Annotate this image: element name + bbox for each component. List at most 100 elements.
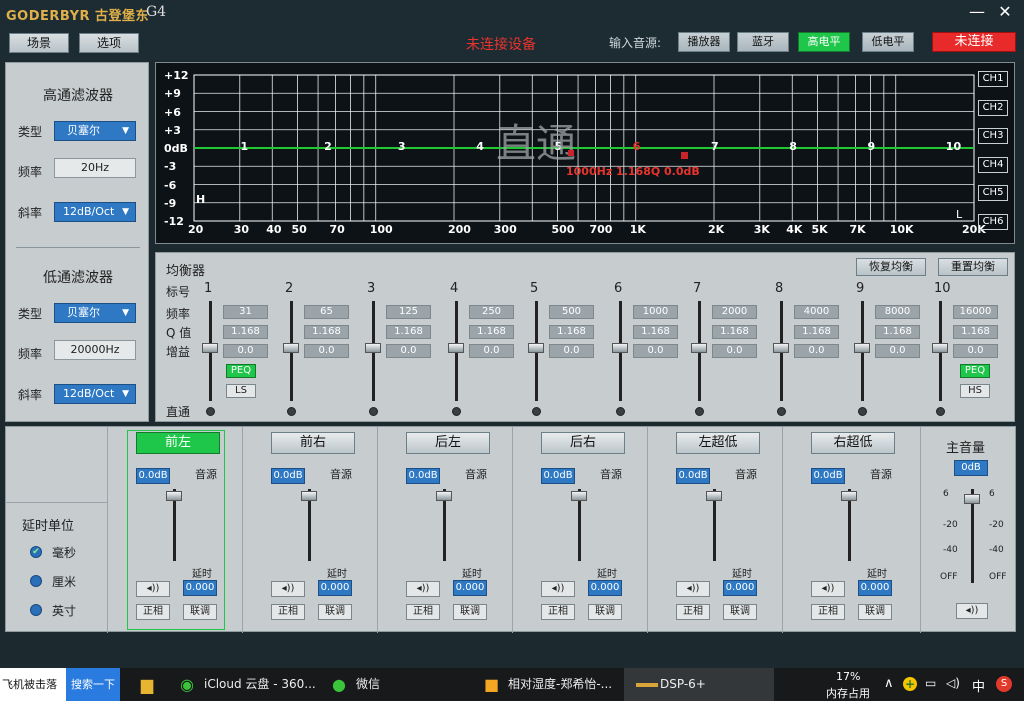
highpass-freq-field[interactable]: 20Hz [54,158,136,178]
band-bypass-toggle[interactable] [858,407,867,416]
band-gain-field[interactable]: 0.0 [469,344,514,358]
wechat-task[interactable]: 微信 [356,668,380,701]
channel-button-2[interactable]: 前右 [271,432,355,454]
band-bypass-toggle[interactable] [936,407,945,416]
minimize-button[interactable]: — [966,2,988,22]
channel-gain-value[interactable]: 0.0dB [271,468,305,484]
channel-button-1[interactable]: 前左 [136,432,220,454]
band-gain-slider[interactable] [448,343,464,353]
band-gain-field[interactable]: 0.0 [304,344,349,358]
phase-button[interactable]: 正相 [406,604,440,620]
band-q-field[interactable]: 1.168 [794,325,839,339]
close-button[interactable]: ✕ [994,2,1016,22]
mute-button[interactable]: ◂)) [541,581,575,597]
channel-gain-slider[interactable] [166,491,182,501]
band-freq-field[interactable]: 125 [386,305,431,319]
link-button[interactable]: 联调 [723,604,757,620]
channel-gain-slider[interactable] [706,491,722,501]
delay-unit-cm[interactable]: 厘米 [52,573,76,590]
band-marker[interactable]: 6 [633,140,641,153]
channel-gain-value[interactable]: 0.0dB [811,468,845,484]
band-marker[interactable]: 2 [324,140,332,153]
band-q-field[interactable]: 1.168 [549,325,594,339]
delay-field[interactable]: 0.000 [453,580,487,596]
channel-select-ch1[interactable]: CH1 [978,71,1008,87]
radio-button[interactable] [30,604,42,616]
band-gain-slider[interactable] [854,343,870,353]
band-freq-field[interactable]: 1000 [633,305,678,319]
mute-button[interactable]: ◂)) [136,581,170,597]
reset-eq-button[interactable]: 重置均衡 [938,258,1008,276]
lowpass-slope-select[interactable]: 12dB/Oct ▼ [54,384,136,404]
channel-gain-slider[interactable] [841,491,857,501]
ime-indicator[interactable]: 中 [972,676,985,695]
source-bluetooth-button[interactable]: 蓝牙 [737,32,789,52]
link-button[interactable]: 联调 [453,604,487,620]
delay-field[interactable]: 0.000 [183,580,217,596]
band-q-field[interactable]: 1.168 [223,325,268,339]
network-icon[interactable]: ▭ [925,676,936,690]
band-q-field[interactable]: 1.168 [953,325,998,339]
delay-unit-ms[interactable]: 毫秒 [52,544,76,561]
peq-toggle-band10[interactable]: PEQ [960,364,990,378]
band-gain-slider[interactable] [691,343,707,353]
mute-button[interactable]: ◂)) [406,581,440,597]
source-high-level-button[interactable]: 高电平 [798,32,850,52]
phase-button[interactable]: 正相 [271,604,305,620]
check-icon[interactable]: ✔ [30,546,42,558]
options-button[interactable]: 选项 [79,33,139,53]
source-player-button[interactable]: 播放器 [678,32,730,52]
radio-button[interactable] [30,575,42,587]
band-gain-field[interactable]: 0.0 [386,344,431,358]
band-marker[interactable]: 7 [711,140,719,153]
hs-toggle-band10[interactable]: HS [960,384,990,398]
band-freq-field[interactable]: 250 [469,305,514,319]
band-marker[interactable]: 3 [398,140,406,153]
band-freq-field[interactable]: 2000 [712,305,757,319]
channel-gain-value[interactable]: 0.0dB [136,468,170,484]
connect-button[interactable]: 未连接 [932,32,1016,52]
frequency-response-graph[interactable]: +12 +9 +6 +3 0dB -3 -6 -9 -12 20 30 40 50 70 100 200 30… [155,62,1015,244]
mute-button[interactable]: ◂)) [271,581,305,597]
band-gain-slider[interactable] [528,343,544,353]
volume-icon[interactable]: ◁) [946,676,960,690]
channel-button-3[interactable]: 后左 [406,432,490,454]
channel-select-ch3[interactable]: CH3 [978,128,1008,144]
link-button[interactable]: 联调 [588,604,622,620]
band-gain-field[interactable]: 0.0 [875,344,920,358]
band-marker[interactable]: 4 [476,140,484,153]
link-button[interactable]: 联调 [183,604,217,620]
lowpass-freq-field[interactable]: 20000Hz [54,340,136,360]
band-gain-slider[interactable] [932,343,948,353]
band-bypass-toggle[interactable] [695,407,704,416]
band-marker[interactable]: 1 [240,140,248,153]
band-freq-field[interactable]: 8000 [875,305,920,319]
link-button[interactable]: 联调 [318,604,352,620]
app-tray-icon[interactable]: S [996,676,1012,692]
delay-field[interactable]: 0.000 [723,580,757,596]
master-mute-button[interactable]: ◂)) [956,603,988,619]
channel-select-ch6[interactable]: CH6 [978,213,1008,230]
band-gain-field[interactable]: 0.0 [549,344,594,358]
band-marker[interactable]: 10 [946,140,961,153]
band-q-field[interactable]: 1.168 [875,325,920,339]
channel-gain-value[interactable]: 0.0dB [541,468,575,484]
phase-button[interactable]: 正相 [811,604,845,620]
band-point-marker[interactable] [681,152,688,159]
band-gain-slider[interactable] [612,343,628,353]
band-freq-field[interactable]: 16000 [953,305,998,319]
band-q-field[interactable]: 1.168 [304,325,349,339]
music-task[interactable]: 相对湿度-郑希怡-... [508,668,612,701]
ls-toggle-band1[interactable]: LS [226,384,256,398]
highpass-marker[interactable]: H [196,193,205,206]
band-gain-slider[interactable] [773,343,789,353]
mute-button[interactable]: ◂)) [676,581,710,597]
channel-select-ch4[interactable]: CH4 [978,156,1008,173]
band-gain-field[interactable]: 0.0 [712,344,757,358]
folder-icon[interactable]: ▆ [136,668,158,701]
band-bypass-toggle[interactable] [616,407,625,416]
band-gain-field[interactable]: 0.0 [223,344,268,358]
band-bypass-toggle[interactable] [532,407,541,416]
band-gain-slider[interactable] [202,343,218,353]
delay-field[interactable]: 0.000 [318,580,352,596]
